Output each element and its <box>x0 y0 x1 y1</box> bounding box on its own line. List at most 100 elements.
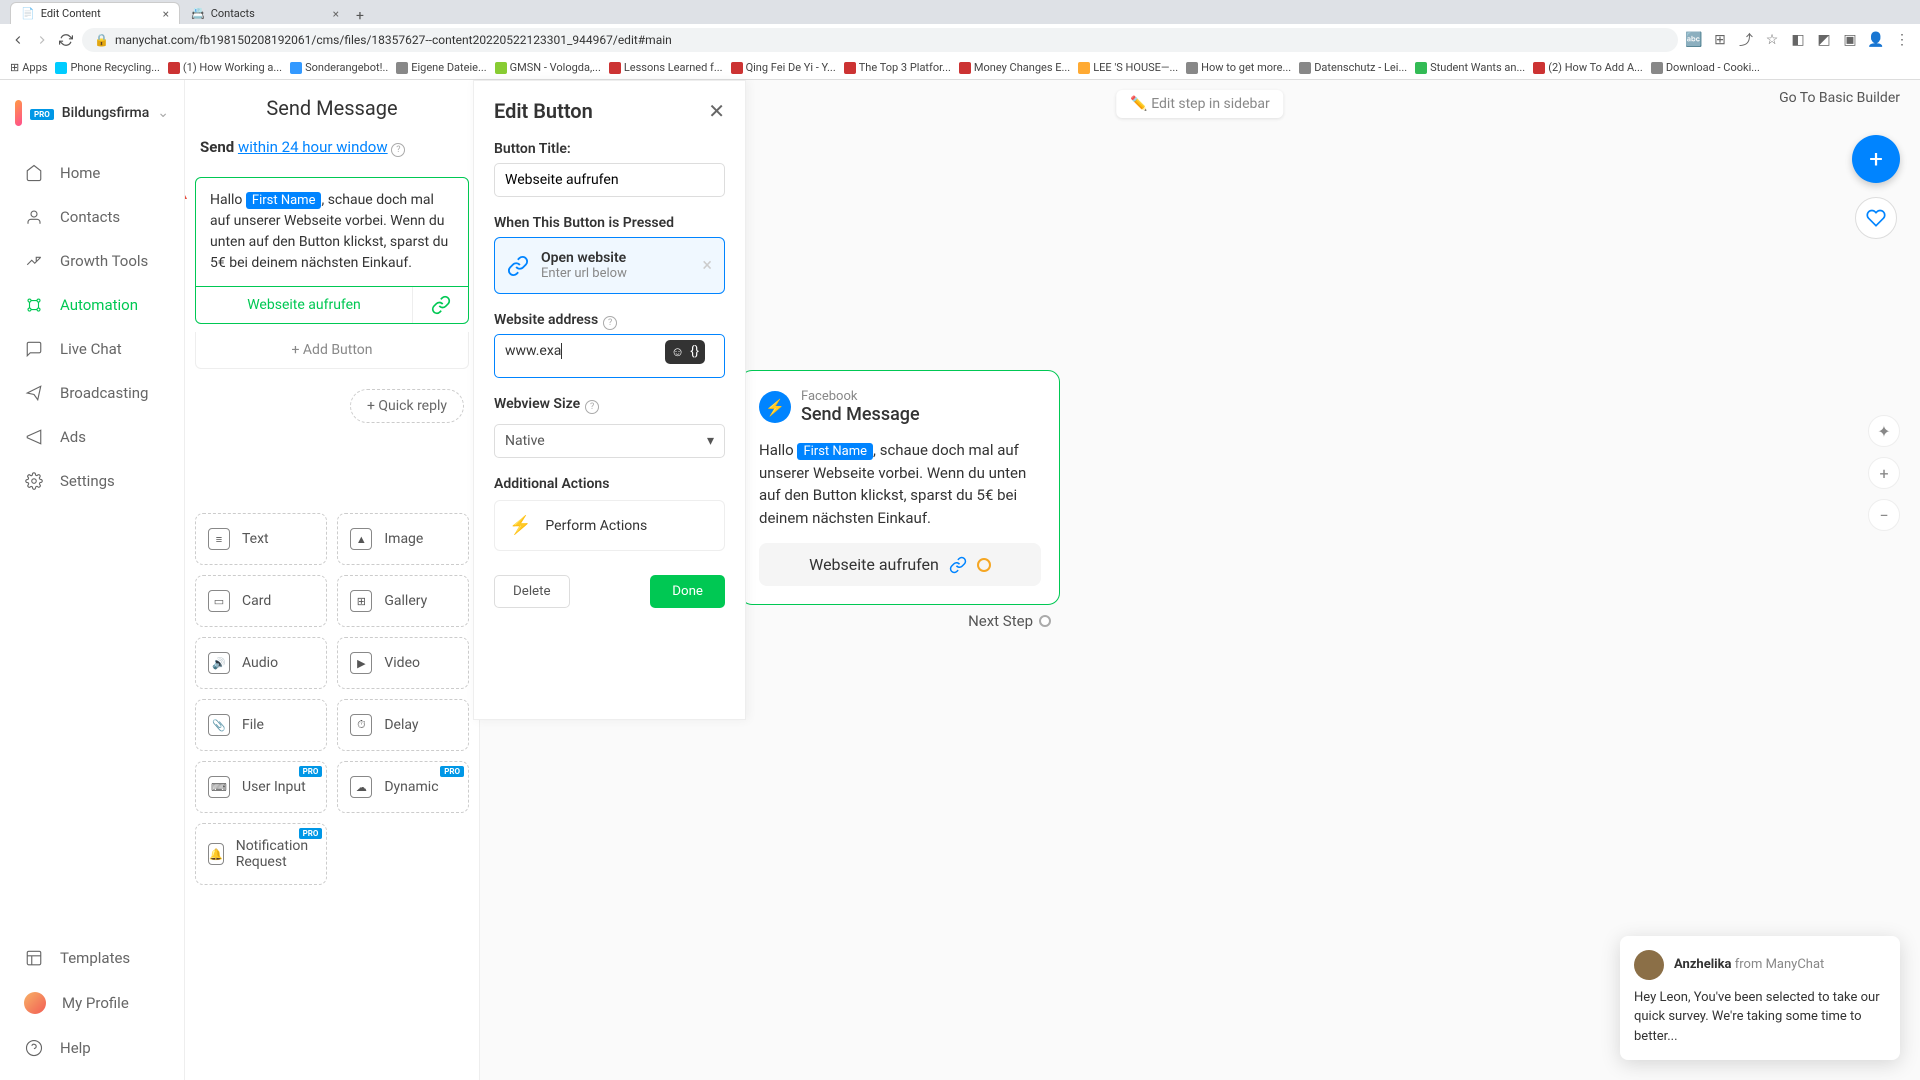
send-window-link[interactable]: within 24 hour window <box>238 138 388 156</box>
help-icon[interactable]: ? <box>603 316 617 330</box>
close-icon[interactable]: × <box>163 7 169 21</box>
edit-button-modal: Edit Button ✕ Button Title: When This Bu… <box>473 80 746 720</box>
basic-builder-link[interactable]: Go To Basic Builder <box>1779 90 1900 106</box>
first-name-tag: First Name <box>797 443 873 460</box>
workspace-selector[interactable]: PRO Bildungsfirma ⌄ <box>15 100 169 126</box>
new-tab-button[interactable]: + <box>350 8 370 24</box>
node-button[interactable]: Webseite aufrufen <box>759 543 1041 586</box>
block-card[interactable]: ▭Card <box>195 575 327 627</box>
button-title-input[interactable] <box>494 163 725 197</box>
workspace-avatar <box>15 100 22 126</box>
bookmark-item[interactable]: The Top 3 Platfor... <box>844 61 951 74</box>
close-icon[interactable]: × <box>333 7 339 21</box>
back-icon[interactable] <box>10 32 26 48</box>
add-button[interactable]: + Add Button <box>195 332 469 369</box>
zoom-out-icon[interactable]: − <box>1868 499 1900 531</box>
forward-icon[interactable] <box>34 32 50 48</box>
bookmark-item[interactable]: Phone Recycling... <box>55 61 159 74</box>
next-step-connector[interactable]: Next Step <box>968 612 1051 630</box>
webview-size-select[interactable]: Native▾ <box>494 424 725 458</box>
sidebar-item-growth[interactable]: Growth Tools <box>0 239 184 283</box>
block-delay[interactable]: ⏱Delay <box>337 699 469 751</box>
block-userinput[interactable]: ⌨User InputPRO <box>195 761 327 813</box>
browser-tab[interactable]: 📇Contacts× <box>180 2 350 24</box>
message-text[interactable]: Hallo First Name, schaue doch mal auf un… <box>196 178 468 286</box>
wand-icon[interactable]: ✦ <box>1868 415 1900 447</box>
star-icon[interactable]: ☆ <box>1764 32 1780 48</box>
bookmark-item[interactable]: (1) How Working a... <box>168 61 282 74</box>
bookmark-item[interactable]: Eigene Dateie... <box>396 61 486 74</box>
message-button[interactable]: Webseite aufrufen <box>196 287 413 323</box>
reload-icon[interactable] <box>58 32 74 48</box>
input-toolbar[interactable]: ☺ {} <box>665 340 705 364</box>
open-website-action[interactable]: Open website Enter url below × <box>494 237 725 294</box>
bookmark-item[interactable]: Datenschutz - Lei... <box>1299 61 1407 74</box>
block-image[interactable]: ▲Image <box>337 513 469 565</box>
bookmark-item[interactable]: GMSN - Vologda,... <box>495 61 601 74</box>
sidebar-item-ads[interactable]: Ads <box>0 415 184 459</box>
connector-dot[interactable] <box>977 558 991 572</box>
bookmark-item[interactable]: Sonderangebot!.. <box>290 61 388 74</box>
bookmark-item[interactable]: How to get more... <box>1186 61 1291 74</box>
block-dynamic[interactable]: ☁DynamicPRO <box>337 761 469 813</box>
sidebar-item-templates[interactable]: Templates <box>0 936 184 980</box>
block-audio[interactable]: 🔊Audio <box>195 637 327 689</box>
done-button[interactable]: Done <box>650 575 725 608</box>
favorite-fab[interactable] <box>1855 197 1897 239</box>
sidebar-item-livechat[interactable]: Live Chat <box>0 327 184 371</box>
extension-icon[interactable]: ⊞ <box>1712 32 1728 48</box>
block-video[interactable]: ▶Video <box>337 637 469 689</box>
support-chat-widget[interactable]: Anzhelika from ManyChat Hey Leon, You've… <box>1620 936 1900 1061</box>
bookmark-item[interactable]: LEE 'S HOUSE—... <box>1078 61 1178 74</box>
variable-icon[interactable]: {} <box>690 344 699 360</box>
remove-action-icon[interactable]: × <box>702 255 712 276</box>
close-icon[interactable]: ✕ <box>708 99 725 123</box>
sidebar-item-automation[interactable]: Automation <box>0 283 184 327</box>
sidebar-item-home[interactable]: Home <box>0 151 184 195</box>
block-file[interactable]: 📎File <box>195 699 327 751</box>
chevron-down-icon: ⌄ <box>157 105 169 121</box>
sidebar-item-settings[interactable]: Settings <box>0 459 184 503</box>
bookmark-item[interactable]: Download - Cooki... <box>1651 61 1760 74</box>
url-input[interactable]: 🔒manychat.com/fb198150208192061/cms/file… <box>82 28 1678 52</box>
bookmark-item[interactable]: Qing Fei De Yi - Y... <box>731 61 836 74</box>
help-icon[interactable]: ? <box>585 400 599 414</box>
bell-icon: 🔔 <box>208 843 224 865</box>
bookmark-item[interactable]: Money Changes E... <box>959 61 1070 74</box>
profile-icon[interactable]: 👤 <box>1868 32 1884 48</box>
extension-icon[interactable]: ▣ <box>1842 32 1858 48</box>
perform-actions-button[interactable]: ⚡ Perform Actions <box>494 500 725 551</box>
sidebar-item-help[interactable]: Help <box>0 1026 184 1070</box>
zoom-in-icon[interactable]: + <box>1868 457 1900 489</box>
warning-icon: ▲ <box>185 186 190 203</box>
translate-icon[interactable]: 🔤 <box>1686 32 1702 48</box>
extension-icon[interactable]: ◧ <box>1790 32 1806 48</box>
webview-size-label: Webview Size <box>494 396 580 412</box>
sidebar-item-profile[interactable]: My Profile <box>0 980 184 1026</box>
bookmark-item[interactable]: (2) How To Add A... <box>1533 61 1643 74</box>
message-card[interactable]: ▲ Hallo First Name, schaue doch mal auf … <box>195 177 469 324</box>
bookmark-item[interactable]: Lessons Learned f... <box>609 61 723 74</box>
extension-icon[interactable]: ◩ <box>1816 32 1832 48</box>
block-notification[interactable]: 🔔Notification RequestPRO <box>195 823 327 885</box>
edit-step-hint[interactable]: ✏️ Edit step in sidebar <box>1116 90 1283 118</box>
apps-button[interactable]: ⊞ Apps <box>10 61 47 74</box>
sidebar-item-broadcasting[interactable]: Broadcasting <box>0 371 184 415</box>
help-icon[interactable]: ? <box>391 143 405 157</box>
menu-icon[interactable]: ⋮ <box>1894 32 1910 48</box>
first-name-tag[interactable]: First Name <box>246 192 322 209</box>
quick-reply-button[interactable]: + Quick reply <box>350 389 464 423</box>
sidebar-item-contacts[interactable]: Contacts <box>0 195 184 239</box>
send-message-node[interactable]: ⚡ Facebook Send Message Hallo First Name… <box>740 370 1060 605</box>
browser-tab-active[interactable]: 📄Edit Content× <box>10 2 180 24</box>
modal-title: Edit Button <box>494 99 593 123</box>
lock-icon: 🔒 <box>94 33 109 47</box>
block-gallery[interactable]: ⊞Gallery <box>337 575 469 627</box>
add-fab[interactable]: + <box>1852 135 1900 183</box>
node-message-body: Hallo First Name, schaue doch mal auf un… <box>759 439 1041 529</box>
emoji-icon[interactable]: ☺ <box>671 344 684 360</box>
bookmark-item[interactable]: Student Wants an... <box>1415 61 1525 74</box>
block-text[interactable]: ≡Text <box>195 513 327 565</box>
delete-button[interactable]: Delete <box>494 575 570 608</box>
share-icon[interactable]: ⤴ <box>1738 32 1754 48</box>
